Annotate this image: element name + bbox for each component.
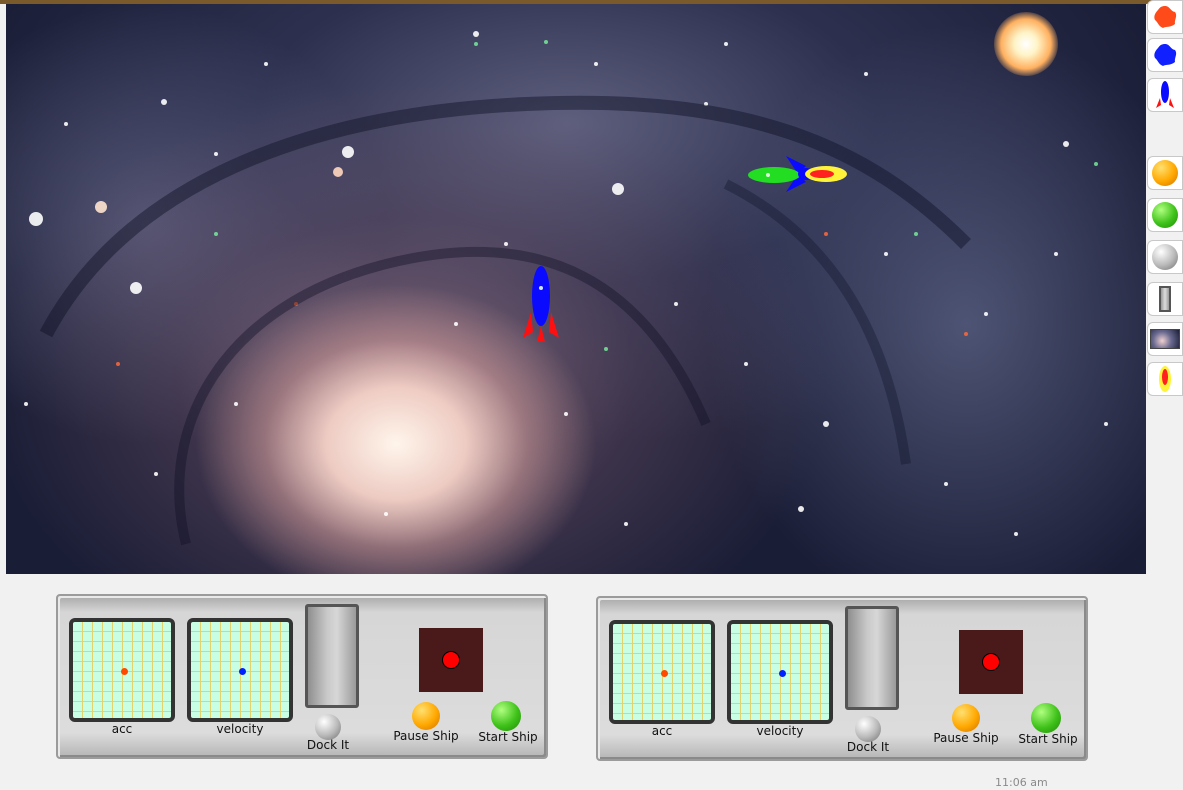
ship-control-panel-2: acc velocity Dock It Pause Ship Start Sh…	[596, 596, 1088, 761]
status-light	[442, 651, 460, 669]
velocity-grid[interactable]	[727, 620, 833, 724]
tool-slider[interactable]	[1147, 282, 1183, 316]
pause-ship-label: Pause Ship	[393, 729, 459, 743]
space-canvas[interactable]	[6, 4, 1146, 574]
acc-dot[interactable]	[661, 670, 668, 677]
ship-status-screen	[419, 628, 483, 692]
acc-grid[interactable]	[69, 618, 175, 722]
start-ship-label: Start Ship	[1018, 732, 1078, 746]
status-light	[982, 653, 1000, 671]
dock-it-label: Dock It	[846, 740, 890, 754]
acc-label: acc	[111, 722, 133, 736]
green-ball-icon	[1152, 202, 1178, 228]
red-blob-icon	[1154, 6, 1177, 28]
throttle-slider[interactable]	[305, 604, 359, 708]
rocket-ship-vertical[interactable]	[521, 266, 561, 344]
tool-gray-ball[interactable]	[1147, 240, 1183, 274]
ship-control-panel-1: acc velocity Dock It Pause Ship Start Sh…	[56, 594, 548, 759]
rocket-ship-horizontal[interactable]	[746, 154, 848, 194]
velocity-dot[interactable]	[779, 670, 786, 677]
velocity-label: velocity	[216, 722, 264, 736]
dock-it-button[interactable]	[855, 716, 881, 742]
start-ship-button[interactable]	[1031, 703, 1061, 733]
app-window: acc velocity Dock It Pause Ship Start Sh…	[0, 0, 1183, 790]
tool-flame[interactable]	[1147, 362, 1183, 396]
dock-it-label: Dock It	[306, 738, 350, 752]
tool-rocket[interactable]	[1147, 78, 1183, 112]
velocity-label: velocity	[756, 724, 804, 738]
clock-time: 11:06 am	[995, 776, 1048, 789]
velocity-grid[interactable]	[187, 618, 293, 722]
rocket-icon	[1156, 81, 1174, 108]
flame-icon	[1159, 366, 1171, 392]
dock-it-button[interactable]	[315, 714, 341, 740]
velocity-dot[interactable]	[239, 668, 246, 675]
gray-ball-icon	[1152, 244, 1178, 270]
pause-ship-button[interactable]	[412, 702, 440, 730]
start-ship-button[interactable]	[491, 701, 521, 731]
tool-blue-blob[interactable]	[1147, 38, 1183, 72]
pause-ship-button[interactable]	[952, 704, 980, 732]
acc-dot[interactable]	[121, 668, 128, 675]
ship-status-screen	[959, 630, 1023, 694]
galaxy-thumbnail-icon	[1150, 329, 1180, 349]
tool-green-ball[interactable]	[1147, 198, 1183, 232]
throttle-slider[interactable]	[845, 606, 899, 710]
star-field	[24, 31, 1108, 546]
acc-grid[interactable]	[609, 620, 715, 724]
pause-ship-label: Pause Ship	[933, 731, 999, 745]
blue-blob-icon	[1154, 44, 1177, 66]
orange-ball-icon	[1152, 160, 1178, 186]
tool-orange-ball[interactable]	[1147, 156, 1183, 190]
start-ship-label: Start Ship	[478, 730, 538, 744]
tool-galaxy-background[interactable]	[1147, 322, 1183, 356]
sun-star	[994, 12, 1058, 76]
tool-red-blob[interactable]	[1147, 0, 1183, 34]
slider-icon	[1159, 286, 1171, 312]
acc-label: acc	[651, 724, 673, 738]
